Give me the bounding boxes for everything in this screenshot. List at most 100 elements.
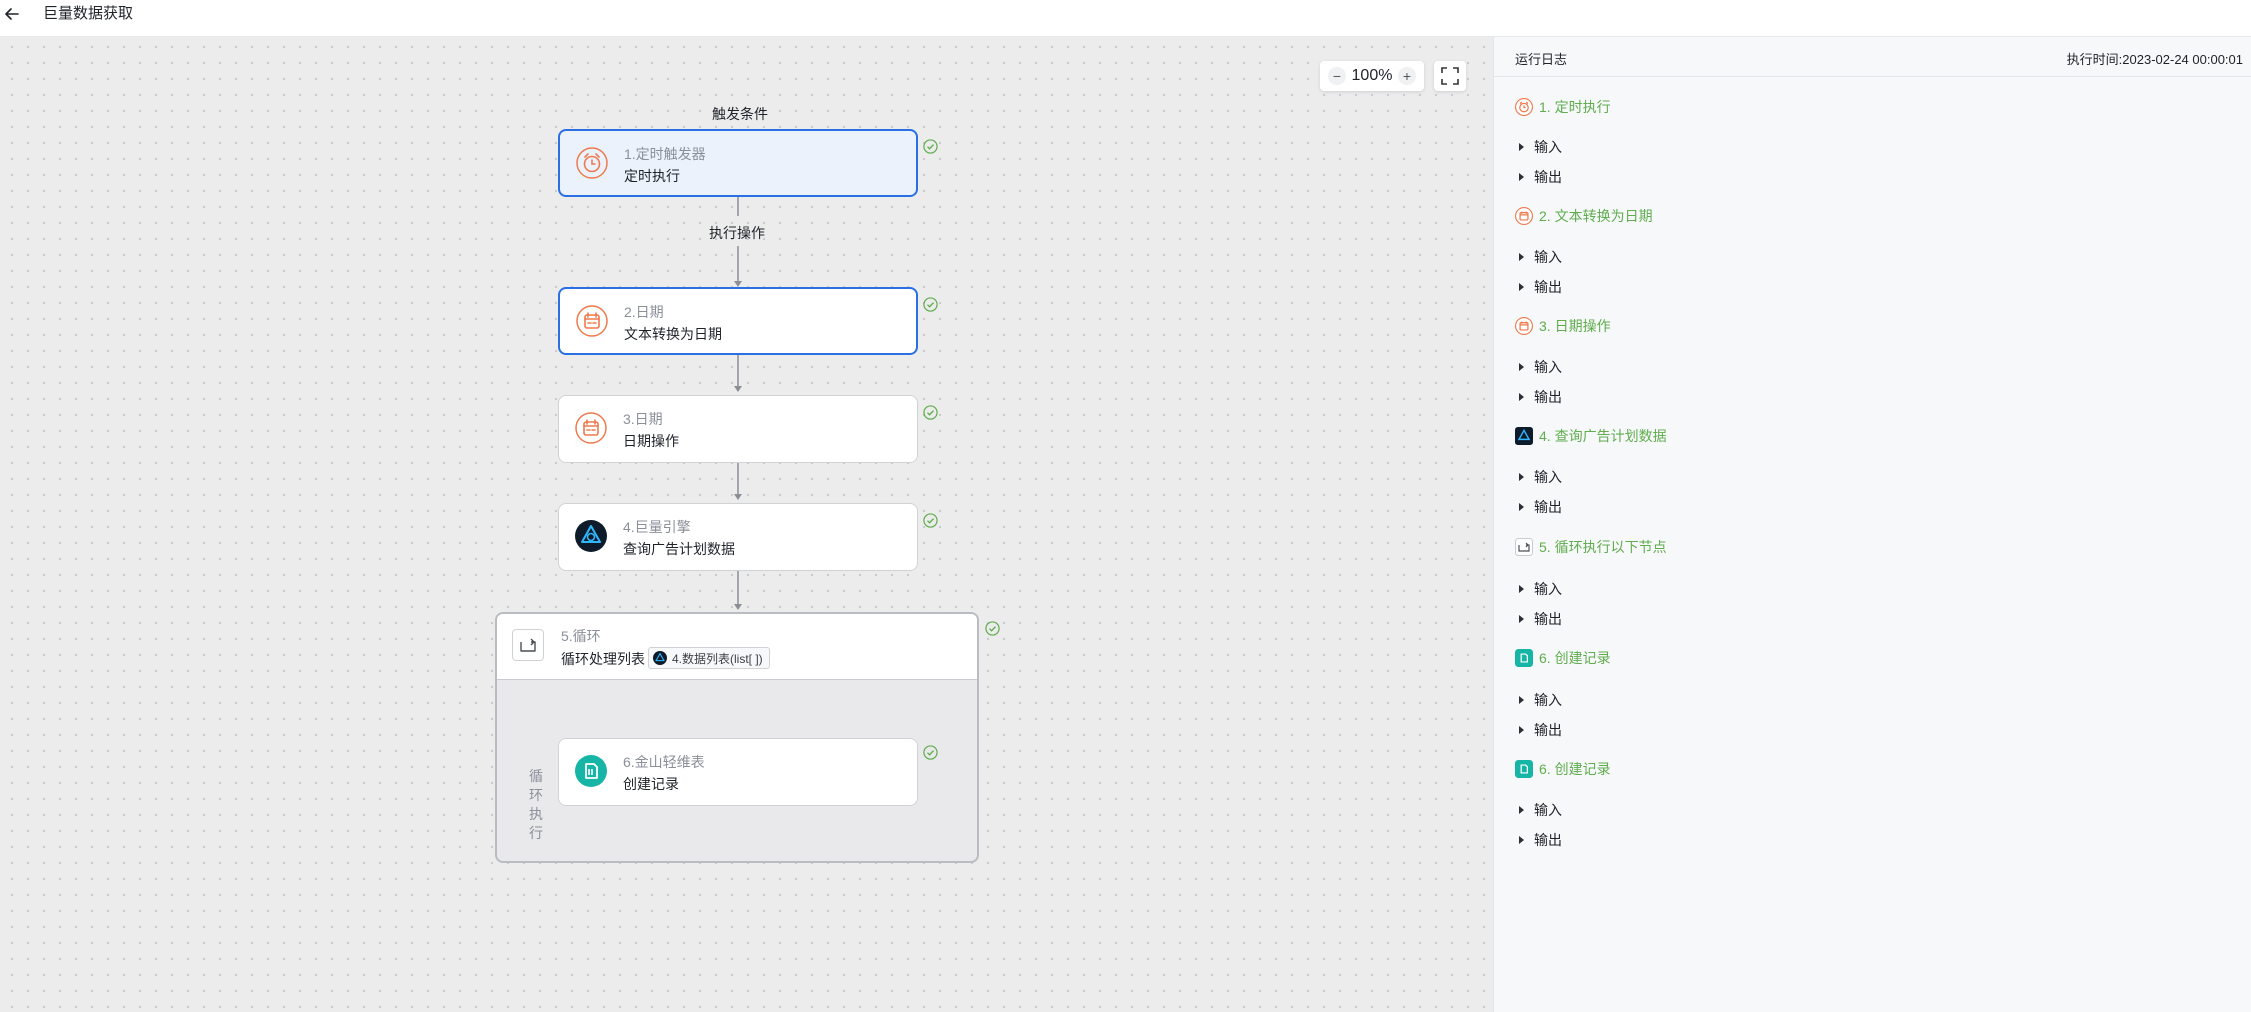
node-action-label: 查询广告计划数据 (623, 541, 735, 557)
node-date-convert[interactable]: 2.日期 文本转换为日期 (558, 287, 918, 355)
node-action-label: 循环处理列表 (561, 651, 645, 667)
log-step[interactable]: 6. 创建记录 (1515, 647, 1611, 669)
list-variable-chip[interactable]: 4.数据列表(list[ ]) (648, 647, 770, 669)
log-input-toggle[interactable]: 输入 (1519, 357, 1562, 377)
panel-title: 运行日志 (1515, 52, 1568, 67)
output-label: 输出 (1534, 279, 1562, 295)
log-output-toggle[interactable]: 输出 (1519, 277, 1562, 297)
ocean-engine-icon (653, 651, 667, 665)
log-step-label: 3. 日期操作 (1539, 318, 1611, 334)
node-step-label: 6.金山轻维表 (623, 754, 705, 770)
log-step-label: 6. 创建记录 (1539, 650, 1611, 666)
log-input-toggle[interactable]: 输入 (1519, 467, 1562, 487)
success-check-icon (923, 513, 938, 528)
input-label: 输入 (1534, 802, 1562, 818)
node-step-label: 5.循环 (561, 628, 601, 644)
input-label: 输入 (1534, 139, 1562, 155)
output-label: 输出 (1534, 169, 1562, 185)
output-label: 输出 (1534, 832, 1562, 848)
node-action-label: 创建记录 (623, 776, 679, 792)
alarm-clock-icon (1515, 98, 1533, 116)
run-log-panel: 运行日志 执行时间:2023-02-24 00:00:01 1. 定时执行 输入… (1493, 37, 2251, 1012)
ocean-engine-icon (575, 520, 607, 552)
caret-right-icon (1519, 473, 1524, 481)
caret-right-icon (1519, 585, 1524, 593)
panel-header: 运行日志 执行时间:2023-02-24 00:00:01 (1494, 37, 2251, 77)
loop-icon (1515, 538, 1533, 556)
caret-right-icon (1519, 615, 1524, 623)
loop-side-label: 循环执行 (529, 768, 543, 841)
input-label: 输入 (1534, 692, 1562, 708)
node-action-label: 定时执行 (624, 168, 680, 184)
node-date-operation[interactable]: 3.日期 日期操作 (558, 395, 918, 463)
log-step[interactable]: 4. 查询广告计划数据 (1515, 425, 1667, 447)
caret-right-icon (1519, 393, 1524, 401)
output-label: 输出 (1534, 499, 1562, 515)
log-output-toggle[interactable]: 输出 (1519, 497, 1562, 517)
success-check-icon (923, 745, 938, 760)
node-ocean-engine[interactable]: 4.巨量引擎 查询广告计划数据 (558, 503, 918, 571)
input-label: 输入 (1534, 581, 1562, 597)
caret-right-icon (1519, 503, 1524, 511)
fullscreen-icon (1441, 67, 1459, 85)
log-input-toggle[interactable]: 输入 (1519, 690, 1562, 710)
alarm-clock-icon (576, 147, 608, 179)
output-label: 输出 (1534, 389, 1562, 405)
node-loop[interactable]: 5.循环 循环处理列表 4.数据列表(list[ ]) (497, 614, 977, 680)
ocean-engine-icon (1515, 427, 1533, 445)
caret-right-icon (1519, 173, 1524, 181)
trigger-condition-label: 触发条件 (712, 106, 768, 122)
output-label: 输出 (1534, 611, 1562, 627)
log-step[interactable]: 1. 定时执行 (1515, 96, 1611, 118)
log-input-toggle[interactable]: 输入 (1519, 137, 1562, 157)
fullscreen-button[interactable] (1434, 61, 1466, 91)
top-bar: 巨量数据获取 (0, 0, 2251, 37)
caret-right-icon (1519, 363, 1524, 371)
zoom-level: 100% (1351, 67, 1393, 84)
node-step-label: 4.巨量引擎 (623, 519, 691, 535)
log-step[interactable]: 6. 创建记录 (1515, 758, 1611, 780)
log-output-toggle[interactable]: 输出 (1519, 167, 1562, 187)
log-output-toggle[interactable]: 输出 (1519, 609, 1562, 629)
node-step-label: 3.日期 (623, 411, 663, 427)
success-check-icon (985, 621, 1000, 636)
log-input-toggle[interactable]: 输入 (1519, 247, 1562, 267)
input-label: 输入 (1534, 469, 1562, 485)
log-output-toggle[interactable]: 输出 (1519, 387, 1562, 407)
log-step-label: 5. 循环执行以下节点 (1539, 539, 1667, 555)
chip-label: 4.数据列表(list[ ]) (672, 651, 763, 666)
input-label: 输入 (1534, 249, 1562, 265)
node-timer-trigger[interactable]: 1.定时触发器 定时执行 (558, 129, 918, 197)
caret-right-icon (1519, 836, 1524, 844)
log-output-toggle[interactable]: 输出 (1519, 720, 1562, 740)
node-action-label: 日期操作 (623, 433, 679, 449)
log-input-toggle[interactable]: 输入 (1519, 579, 1562, 599)
flow-canvas[interactable]: − 100% + 触发条件 执行操作 1.定时触发器 定时执行 2.日期 文本转… (0, 37, 1493, 1012)
log-output-toggle[interactable]: 输出 (1519, 830, 1562, 850)
success-check-icon (923, 405, 938, 420)
log-step[interactable]: 2. 文本转换为日期 (1515, 205, 1653, 227)
node-step-label: 1.定时触发器 (624, 146, 706, 162)
zoom-control: − 100% + (1320, 61, 1424, 91)
caret-right-icon (1519, 143, 1524, 151)
zoom-in-button[interactable]: + (1397, 67, 1416, 85)
calendar-icon (1515, 317, 1533, 335)
log-step-label: 2. 文本转换为日期 (1539, 208, 1653, 224)
log-step[interactable]: 5. 循环执行以下节点 (1515, 536, 1667, 558)
calendar-icon (575, 412, 607, 444)
log-step-label: 6. 创建记录 (1539, 761, 1611, 777)
back-button[interactable] (3, 4, 21, 24)
log-step-label: 1. 定时执行 (1539, 99, 1611, 115)
caret-right-icon (1519, 806, 1524, 814)
log-input-toggle[interactable]: 输入 (1519, 800, 1562, 820)
node-kingsoft-sheet[interactable]: 6.金山轻维表 创建记录 (558, 738, 918, 806)
success-check-icon (923, 297, 938, 312)
kingsoft-sheet-icon (575, 755, 607, 787)
zoom-out-button[interactable]: − (1328, 67, 1346, 85)
execute-action-label: 执行操作 (709, 225, 765, 241)
caret-right-icon (1519, 253, 1524, 261)
loop-icon (512, 629, 544, 661)
node-action-label: 文本转换为日期 (624, 326, 722, 342)
log-step[interactable]: 3. 日期操作 (1515, 315, 1611, 337)
caret-right-icon (1519, 726, 1524, 734)
